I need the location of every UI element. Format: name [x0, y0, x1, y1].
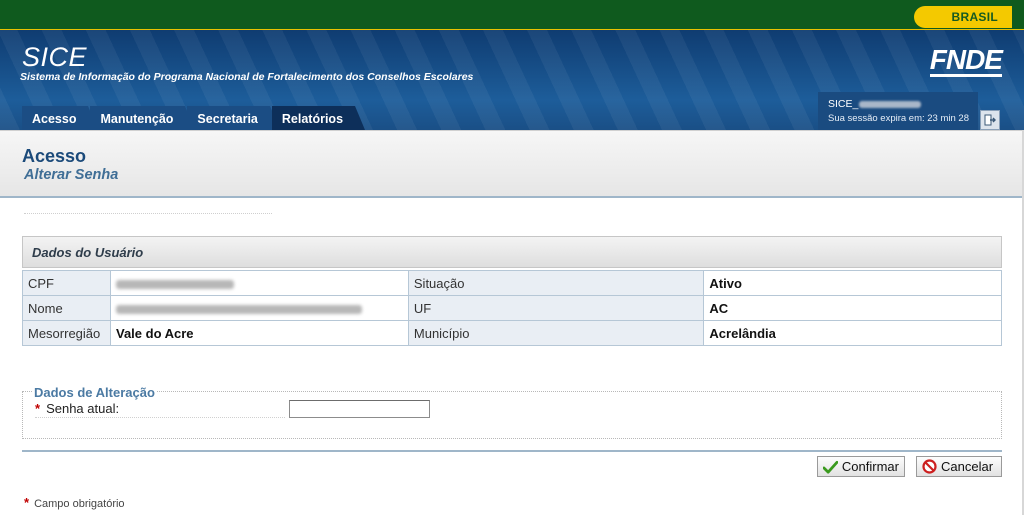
current-password-label: Senha atual: — [46, 401, 120, 416]
table-row: Nome UF AC — [22, 295, 1002, 321]
cpf-label: CPF — [22, 270, 111, 296]
checkmark-icon — [823, 460, 838, 474]
footnote-required-mark: * — [24, 495, 30, 510]
logout-icon — [984, 114, 996, 126]
alteration-fieldset: Dados de Alteração * Senha atual: — [22, 385, 1002, 439]
menu-tab-secretaria[interactable]: Secretaria — [187, 106, 281, 130]
municipio-value: Acrelândia — [703, 320, 1002, 346]
nome-label: Nome — [22, 295, 111, 321]
situacao-label: Situação — [407, 270, 705, 296]
current-password-input[interactable] — [289, 400, 430, 418]
session-user-redacted — [859, 100, 922, 108]
actions-divider — [22, 450, 1002, 452]
session-user-prefix: SICE_ — [828, 98, 859, 110]
session-info: SICE_ Sua sessão expira em: 23 min 28 — [818, 92, 978, 130]
cancel-button[interactable]: Cancelar — [916, 456, 1002, 477]
user-data-table: CPF Situação Ativo Nome UF AC Mesorregiã… — [22, 270, 1002, 346]
logout-button[interactable] — [980, 110, 1000, 130]
session-user: SICE_ — [828, 98, 978, 110]
session-expire: Sua sessão expira em: 23 min 28 — [828, 113, 969, 124]
page-title: Acesso — [22, 146, 87, 166]
required-footnote: * Campo obrigatório — [24, 495, 125, 510]
cpf-redacted — [115, 279, 234, 289]
confirm-button[interactable]: Confirmar — [817, 456, 905, 477]
menu-tab-acesso[interactable]: Acesso — [22, 106, 100, 130]
alteration-legend: Dados de Alteração — [33, 385, 156, 400]
table-row: Mesorregião Vale do Acre Município Acrel… — [22, 320, 1002, 346]
cancel-icon — [922, 459, 937, 474]
app-subtitle: Sistema de Informação do Programa Nacion… — [20, 71, 474, 83]
nome-value — [109, 295, 409, 321]
uf-label: UF — [407, 295, 705, 321]
main-menu: Acesso Manutenção Secretaria Relatórios — [22, 106, 366, 130]
cpf-value — [109, 270, 409, 296]
confirm-button-label: Confirmar — [841, 459, 899, 474]
page-title-band: Acesso Alterar Senha — [0, 130, 1024, 198]
user-data-panel-title: Dados do Usuário — [32, 245, 144, 260]
current-password-row: * Senha atual: — [35, 401, 119, 416]
brasil-badge[interactable]: BRASIL — [914, 6, 1012, 28]
nome-redacted — [115, 304, 362, 314]
fnde-logo: FNDE — [929, 44, 1003, 77]
situacao-value: Ativo — [703, 270, 1002, 296]
page-subtitle: Alterar Senha — [24, 167, 119, 183]
app-logo: SICE — [22, 42, 88, 72]
uf-value: AC — [703, 295, 1002, 321]
menu-tab-relatorios[interactable]: Relatórios — [271, 106, 366, 130]
divider — [24, 213, 272, 214]
menu-tab-manutencao[interactable]: Manutenção — [90, 106, 196, 130]
mesorregiao-label: Mesorregião — [22, 320, 111, 346]
footnote-text: Campo obrigatório — [34, 498, 125, 510]
mesorregiao-value: Vale do Acre — [109, 320, 409, 346]
municipio-label: Município — [407, 320, 705, 346]
cancel-button-label: Cancelar — [941, 459, 994, 474]
required-mark: * — [35, 401, 41, 416]
user-data-panel-header: Dados do Usuário — [22, 236, 1002, 268]
field-divider — [35, 417, 285, 418]
gov-bar: BRASIL — [0, 0, 1024, 30]
table-row: CPF Situação Ativo — [22, 270, 1002, 296]
